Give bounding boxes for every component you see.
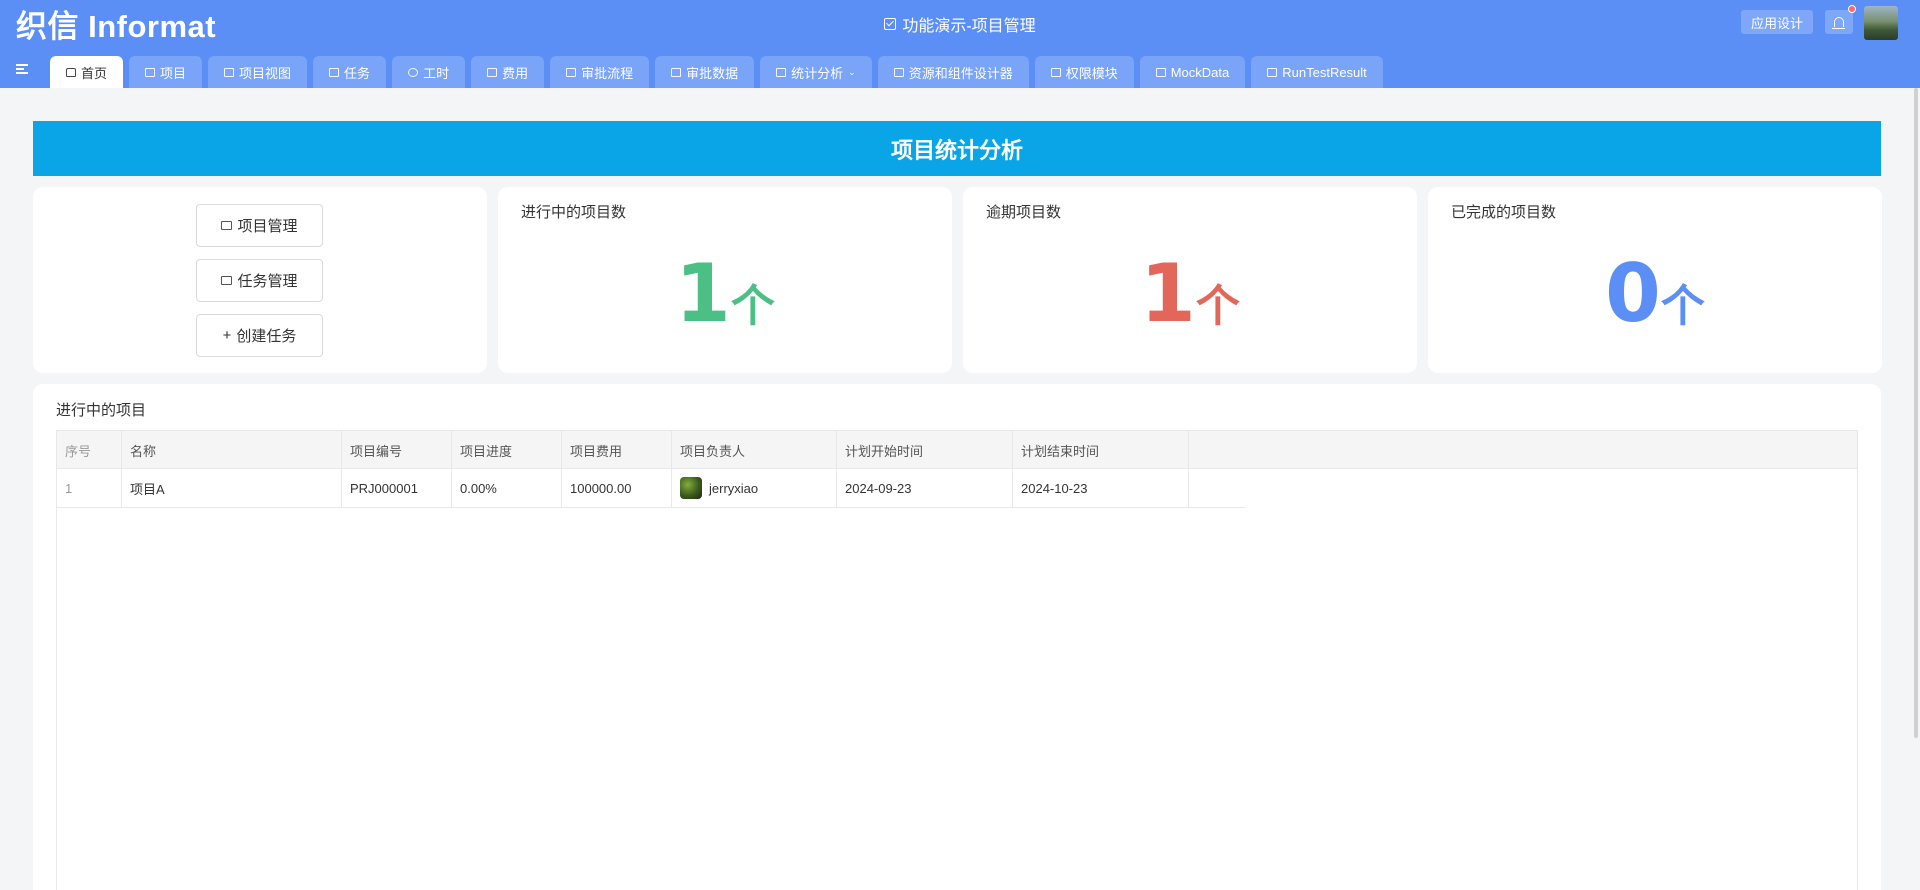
column-header[interactable]: 名称 xyxy=(122,431,342,469)
table-cell: 100000.00 xyxy=(562,469,672,507)
owner-cell: jerryxiao xyxy=(672,469,837,507)
in-progress-projects-panel: 进行中的项目 序号 名称 项目编号 项目进度 项目费用 项目负责人 计划开始时间… xyxy=(33,384,1881,890)
page-scrollbar[interactable] xyxy=(1914,88,1918,738)
column-header[interactable]: 项目费用 xyxy=(562,431,672,469)
list-icon xyxy=(329,67,340,77)
table-cell: 2024-10-23 xyxy=(1013,469,1189,507)
stat-value: 0个 xyxy=(1605,247,1705,340)
table-header: 序号 名称 项目编号 项目进度 项目费用 项目负责人 计划开始时间 计划结束时间 xyxy=(57,431,1857,469)
plus-icon: + xyxy=(222,327,232,344)
grid-icon xyxy=(1267,67,1278,77)
stat-value: 1个 xyxy=(675,247,775,340)
stat-label: 已完成的项目数 xyxy=(1451,204,1557,221)
tab-task[interactable]: 任务 xyxy=(313,56,387,88)
tab-cost[interactable]: 费用 xyxy=(471,56,545,88)
column-header[interactable]: 项目进度 xyxy=(452,431,562,469)
app-logo: 织信 Informat xyxy=(16,8,217,44)
money-icon xyxy=(487,67,498,77)
table-cell: 项目A xyxy=(122,469,342,507)
chevron-down-icon: ⌄ xyxy=(848,66,856,77)
tab-permission[interactable]: 权限模块 xyxy=(1034,56,1134,88)
component-icon xyxy=(893,67,904,77)
home-icon xyxy=(66,67,76,77)
table-cell: 0.00% xyxy=(452,469,562,507)
table-cell: PRJ000001 xyxy=(342,469,452,507)
flow-icon xyxy=(566,67,577,77)
table-cell: 1 xyxy=(57,469,122,507)
column-header[interactable]: 项目负责人 xyxy=(672,431,837,469)
clock-icon xyxy=(408,67,419,77)
chart-icon xyxy=(776,67,787,77)
table-row[interactable]: 1 项目A PRJ000001 0.00% 100000.00 jerryxia… xyxy=(57,469,1245,508)
column-header[interactable]: 序号 xyxy=(57,431,122,469)
notification-dot xyxy=(1848,5,1856,13)
list-icon xyxy=(221,276,233,285)
bell-icon xyxy=(1832,17,1845,29)
grid-icon xyxy=(1050,67,1061,77)
tab-approval-data[interactable]: 审批数据 xyxy=(655,56,755,88)
task-manage-button[interactable]: 任务管理 xyxy=(196,259,323,302)
column-header[interactable]: 项目编号 xyxy=(342,431,452,469)
projects-table: 序号 名称 项目编号 项目进度 项目费用 项目负责人 计划开始时间 计划结束时间… xyxy=(56,430,1858,890)
stat-card-completed: 已完成的项目数 0个 xyxy=(1428,187,1882,373)
column-header[interactable]: 计划开始时间 xyxy=(837,431,1013,469)
page-title: 项目统计分析 xyxy=(33,121,1881,176)
stat-label: 进行中的项目数 xyxy=(521,204,627,221)
tab-resource-designer[interactable]: 资源和组件设计器 xyxy=(877,56,1029,88)
notification-button[interactable] xyxy=(1825,10,1853,34)
tab-runtestresult[interactable]: RunTestResult xyxy=(1251,56,1383,88)
tab-mockdata[interactable]: MockData xyxy=(1139,56,1246,88)
stat-card-in-progress: 进行中的项目数 1个 xyxy=(498,187,952,373)
panel-title: 进行中的项目 xyxy=(56,402,147,419)
project-icon xyxy=(221,221,233,230)
project-icon xyxy=(145,67,156,77)
avatar xyxy=(680,477,702,499)
stat-label: 逾期项目数 xyxy=(986,204,1062,221)
tab-statistics[interactable]: 统计分析 ⌄ xyxy=(760,56,872,88)
user-avatar[interactable] xyxy=(1864,6,1898,40)
stat-card-overdue: 逾期项目数 1个 xyxy=(963,187,1417,373)
menu-toggle-icon[interactable] xyxy=(16,64,28,74)
table-icon xyxy=(224,67,235,77)
project-manage-button[interactable]: 项目管理 xyxy=(196,204,323,247)
app-design-button[interactable]: 应用设计 xyxy=(1741,10,1813,34)
actions-card: 项目管理 任务管理 + 创建任务 xyxy=(33,187,487,373)
nav-tabs: 首页 项目 项目视图 任务 工时 费用 审批流程 审批数据 统计分析 ⌄ 资源和… xyxy=(50,56,1383,88)
tab-project[interactable]: 项目 xyxy=(129,56,203,88)
grid-icon xyxy=(1155,67,1166,77)
tab-home[interactable]: 首页 xyxy=(50,56,124,88)
flow-icon xyxy=(671,67,682,77)
tab-approval-flow[interactable]: 审批流程 xyxy=(550,56,650,88)
tab-worktime[interactable]: 工时 xyxy=(392,56,466,88)
create-task-button[interactable]: + 创建任务 xyxy=(196,314,323,357)
column-header[interactable]: 计划结束时间 xyxy=(1013,431,1189,469)
stat-value: 1个 xyxy=(1140,247,1240,340)
tab-project-view[interactable]: 项目视图 xyxy=(208,56,308,88)
table-cell: 2024-09-23 xyxy=(837,469,1013,507)
